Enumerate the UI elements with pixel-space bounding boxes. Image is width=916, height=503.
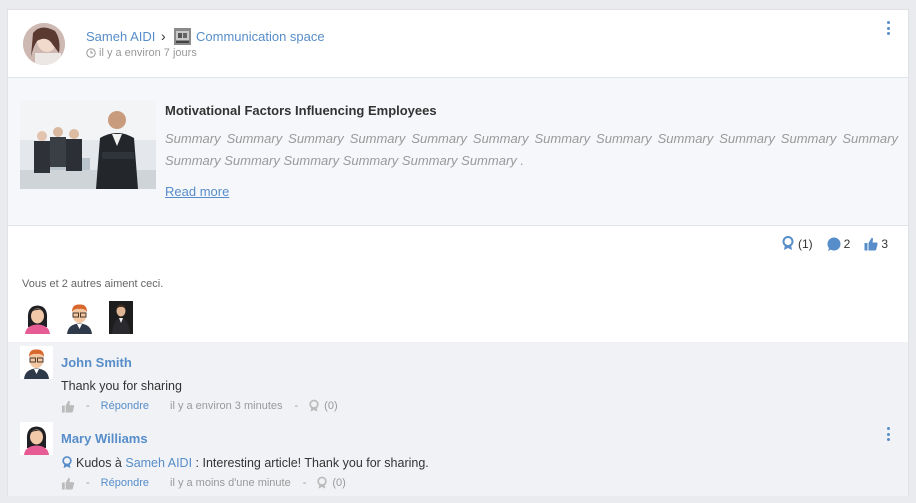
activity-card: Sameh AIDI › Communication space il y a … <box>7 9 909 496</box>
post-menu-icon[interactable] <box>885 21 891 35</box>
kudos-prefix: Kudos à <box>76 455 122 470</box>
post-time: il y a environ 7 jours <box>99 47 197 59</box>
likes-count: 3 <box>881 236 888 251</box>
comment-text: Thank you for sharing <box>61 379 182 393</box>
kudos-icon <box>62 456 72 469</box>
kudos-stat[interactable]: (1) <box>781 236 813 251</box>
reply-link[interactable]: Répondre <box>101 400 149 412</box>
comment-like-icon[interactable] <box>61 400 75 413</box>
article-summary: Summary Summary Summary Summary Summary … <box>165 131 898 168</box>
comment-bubble-icon <box>827 237 841 251</box>
post-stats: (1) 2 3 <box>781 236 888 251</box>
kudos-target-link[interactable]: Sameh AIDI <box>125 456 192 470</box>
clock-icon <box>86 48 96 58</box>
breadcrumb-separator: › <box>161 28 166 44</box>
comment-time: il y a environ 3 minutes <box>170 400 283 412</box>
comment-actions: - Répondre il y a moins d'une minute - (… <box>61 476 346 490</box>
kudos-icon <box>782 236 794 250</box>
space-link[interactable]: Communication space <box>196 29 325 44</box>
comment-body: : Interesting article! Thank you for sha… <box>195 455 429 470</box>
comment-text: Kudos à Sameh AIDI : Interesting article… <box>61 455 429 470</box>
space-icon[interactable] <box>174 28 191 45</box>
comment-like-icon[interactable] <box>61 477 75 490</box>
comment-author-avatar[interactable] <box>20 346 53 379</box>
comment-author-avatar[interactable] <box>20 422 53 455</box>
liker-avatar[interactable] <box>109 301 133 334</box>
kudos-count: (1) <box>797 236 813 251</box>
comment-kudos-count: (0) <box>332 477 346 489</box>
article-thumbnail[interactable] <box>20 100 156 189</box>
liker-avatar[interactable] <box>21 301 54 334</box>
thumbs-up-icon <box>864 237 878 250</box>
likers-summary: Vous et 2 autres aiment ceci. <box>22 278 164 290</box>
comment-actions: - Répondre il y a environ 3 minutes - (0… <box>61 399 338 413</box>
comment-kudos-count: (0) <box>324 400 338 412</box>
comment-time: il y a moins d'une minute <box>170 477 291 489</box>
comment-kudos-icon[interactable] <box>316 476 328 490</box>
likes-stat[interactable]: 3 <box>864 237 888 251</box>
article-title[interactable]: Motivational Factors Influencing Employe… <box>165 103 437 118</box>
author-name[interactable]: Sameh AIDI <box>86 29 155 44</box>
likers-avatars <box>21 301 133 334</box>
comment-author-name[interactable]: Mary Williams <box>61 431 148 446</box>
author-avatar[interactable] <box>23 23 65 65</box>
comments-stat[interactable]: 2 <box>827 236 851 251</box>
liker-avatar[interactable] <box>63 301 96 334</box>
reply-link[interactable]: Répondre <box>101 477 149 489</box>
read-more-link[interactable]: Read more <box>165 184 229 199</box>
comment-author-name[interactable]: John Smith <box>61 355 132 370</box>
comment-menu-icon[interactable] <box>885 427 891 441</box>
article-preview: Motivational Factors Influencing Employe… <box>8 77 908 226</box>
comments-section: John Smith Thank you for sharing - Répon… <box>8 342 908 496</box>
comments-count: 2 <box>843 236 851 251</box>
comment-kudos-icon[interactable] <box>308 399 320 413</box>
